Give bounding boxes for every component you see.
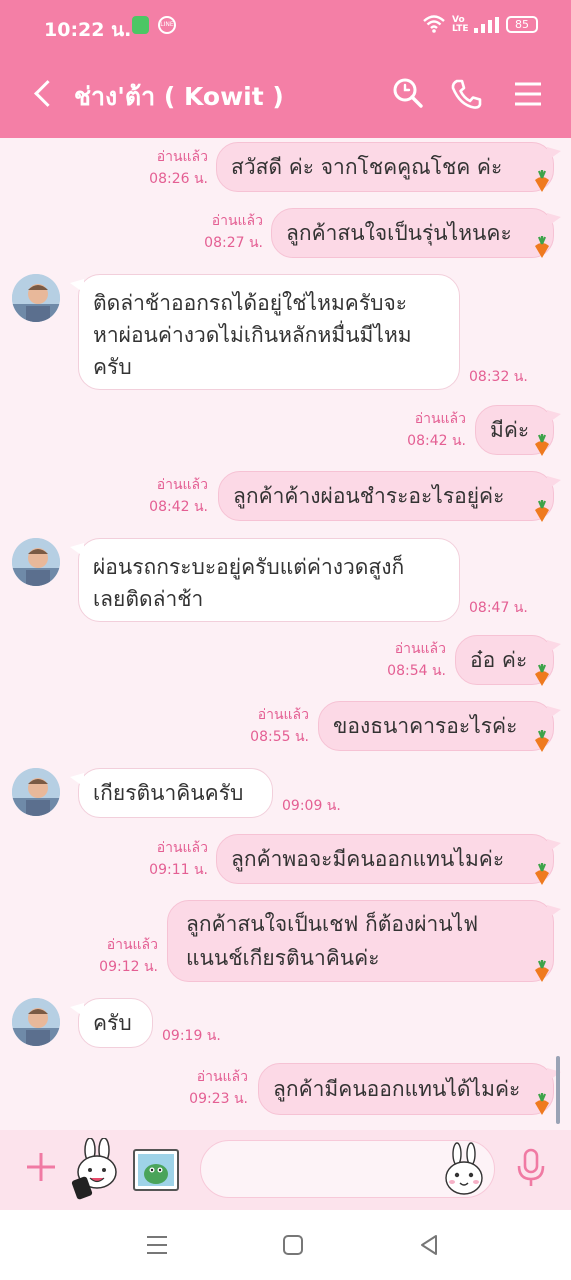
gallery-icon[interactable] <box>132 1148 180 1192</box>
avatar[interactable] <box>12 768 60 816</box>
read-receipt: อ่านแล้ว <box>156 477 208 493</box>
message-line: เลยติดล่าช้า <box>93 587 204 611</box>
message-meta: อ่านแล้ว 08:26 น. <box>128 146 208 190</box>
read-receipt: อ่านแล้ว <box>156 840 208 856</box>
message-text: เกียรตินาคินครับ <box>93 781 244 805</box>
avatar[interactable] <box>12 274 60 322</box>
avatar[interactable] <box>12 998 60 1046</box>
status-bar: 10:22 น. LINE Vo LTE 85 <box>0 0 571 56</box>
message-time: 08:26 น. <box>149 171 208 187</box>
message-meta: อ่านแล้ว 08:27 น. <box>183 210 263 254</box>
message-meta: อ่านแล้ว 08:42 น. <box>386 408 466 452</box>
message-meta: อ่านแล้ว 08:54 น. <box>366 638 446 682</box>
chat-messages[interactable]: อ่านแล้ว 08:26 น. สวัสดี ค่ะ จากโชคคูณโช… <box>0 138 571 1130</box>
message-meta: อ่านแล้ว 09:11 น. <box>128 837 208 881</box>
message-time: 09:23 น. <box>189 1091 248 1107</box>
message-time: 08:32 น. <box>469 369 528 385</box>
message-meta: อ่านแล้ว 08:42 น. <box>128 474 208 518</box>
message-text: ลูกค้าพอจะมีคนออกแทนไมค่ะ <box>231 847 505 871</box>
back-icon[interactable] <box>28 74 58 114</box>
wifi-icon <box>422 14 446 39</box>
carrot-icon <box>535 236 549 258</box>
chat-header: ช่าง'ต้า ( Kowit ) <box>0 56 571 138</box>
volte-indicator: Vo LTE <box>452 15 469 34</box>
system-navigation-bar <box>0 1210 571 1280</box>
message-time: 08:47 น. <box>469 600 528 616</box>
phone-icon[interactable] <box>448 76 484 112</box>
message-time: 09:11 น. <box>149 862 208 878</box>
chat-title[interactable]: ช่าง'ต้า ( Kowit ) <box>74 77 284 117</box>
microphone-icon[interactable] <box>514 1148 548 1188</box>
carrot-icon <box>535 434 549 456</box>
app-notification-icon <box>132 16 149 34</box>
incoming-message[interactable]: ผ่อนรถกระบะอยู่ครับแต่ค่างวดสูงก็ เลยติด… <box>70 538 460 622</box>
plus-icon[interactable] <box>24 1150 58 1184</box>
read-receipt: อ่านแล้ว <box>211 213 263 229</box>
message-time: 09:09 น. <box>282 798 341 814</box>
carrot-icon <box>535 170 549 192</box>
carrot-icon <box>535 863 549 885</box>
carrot-icon <box>535 960 549 982</box>
message-time: 08:42 น. <box>149 499 208 515</box>
recent-apps-button[interactable] <box>142 1230 172 1260</box>
outgoing-message[interactable]: สวัสดี ค่ะ จากโชคคูณโชค ค่ะ <box>216 142 561 192</box>
read-receipt: อ่านแล้ว <box>156 149 208 165</box>
incoming-message[interactable]: เกียรตินาคินครับ <box>70 768 273 818</box>
status-time: 10:22 น. <box>44 19 132 41</box>
emoji-icon[interactable] <box>443 1142 485 1196</box>
message-text: ลูกค้าสนใจเป็นรุ่นไหนคะ <box>286 221 512 245</box>
battery-indicator: 85 <box>506 16 538 33</box>
message-meta: อ่านแล้ว 09:12 น. <box>78 934 158 978</box>
message-line: หาผ่อนค่างวดไม่เกินหลักหมื่นมีไหม <box>93 323 412 347</box>
outgoing-message[interactable]: ของธนาคารอะไรค่ะ <box>318 701 561 751</box>
carrot-icon <box>535 500 549 522</box>
message-text: ลูกค้ามีคนออกแทนได้ไมค่ะ <box>273 1077 521 1101</box>
read-receipt: อ่านแล้ว <box>106 937 158 953</box>
read-receipt: อ่านแล้ว <box>257 707 309 723</box>
message-text: สวัสดี ค่ะ จากโชคคูณโชค ค่ะ <box>231 155 503 179</box>
outgoing-message[interactable]: ลูกค้าสนใจเป็นรุ่นไหนคะ <box>271 208 561 258</box>
menu-icon[interactable] <box>510 76 546 112</box>
read-receipt: อ่านแล้ว <box>196 1069 248 1085</box>
outgoing-message[interactable]: ลูกค้าค้างผ่อนชำระอะไรอยู่ค่ะ <box>218 471 561 521</box>
message-text: อ๋อ ค่ะ <box>470 648 528 672</box>
message-meta: อ่านแล้ว 08:55 น. <box>229 704 309 748</box>
read-receipt: อ่านแล้ว <box>414 411 466 427</box>
message-line: แนนช์เกียรตินาคินค่ะ <box>186 946 380 970</box>
message-text: มีค่ะ <box>490 418 530 442</box>
message-time: 08:55 น. <box>250 729 309 745</box>
message-text: ของธนาคารอะไรค่ะ <box>333 714 518 738</box>
sticker-icon[interactable] <box>68 1137 124 1200</box>
back-button[interactable] <box>414 1230 444 1260</box>
message-time: 08:27 น. <box>204 235 263 251</box>
avatar[interactable] <box>12 538 60 586</box>
message-meta: อ่านแล้ว 09:23 น. <box>168 1066 248 1110</box>
message-input-bar <box>0 1130 571 1210</box>
message-line: ติดล่าช้าออกรถได้อยู่ใช่ไหมครับจะ <box>93 291 408 315</box>
message-line: ผ่อนรถกระบะอยู่ครับแต่ค่างวดสูงก็ <box>93 555 405 579</box>
incoming-message[interactable]: ครับ <box>70 998 153 1048</box>
message-text: ครับ <box>93 1011 132 1035</box>
read-receipt: อ่านแล้ว <box>394 641 446 657</box>
message-time: 09:12 น. <box>99 959 158 975</box>
outgoing-message[interactable]: ลูกค้าสนใจเป็นเชฟ ก็ต้องผ่านไฟ แนนช์เกีย… <box>167 900 561 982</box>
scrollbar-thumb[interactable] <box>556 1056 560 1124</box>
signal-icon <box>474 17 500 33</box>
message-time: 08:54 น. <box>387 663 446 679</box>
message-line: ครับ <box>93 355 132 379</box>
line-notification-icon: LINE <box>158 16 176 34</box>
outgoing-message[interactable]: ลูกค้ามีคนออกแทนได้ไมค่ะ <box>258 1063 561 1115</box>
carrot-icon <box>535 730 549 752</box>
home-button[interactable] <box>278 1230 308 1260</box>
message-time: 09:19 น. <box>162 1028 221 1044</box>
message-text: ลูกค้าค้างผ่อนชำระอะไรอยู่ค่ะ <box>233 484 505 508</box>
message-line: ลูกค้าสนใจเป็นเชฟ ก็ต้องผ่านไฟ <box>186 912 479 936</box>
carrot-icon <box>535 1093 549 1115</box>
message-time: 08:42 น. <box>407 433 466 449</box>
carrot-icon <box>535 664 549 686</box>
incoming-message[interactable]: ติดล่าช้าออกรถได้อยู่ใช่ไหมครับจะ หาผ่อน… <box>70 274 460 390</box>
outgoing-message[interactable]: ลูกค้าพอจะมีคนออกแทนไมค่ะ <box>216 834 561 884</box>
search-icon[interactable] <box>390 76 426 112</box>
